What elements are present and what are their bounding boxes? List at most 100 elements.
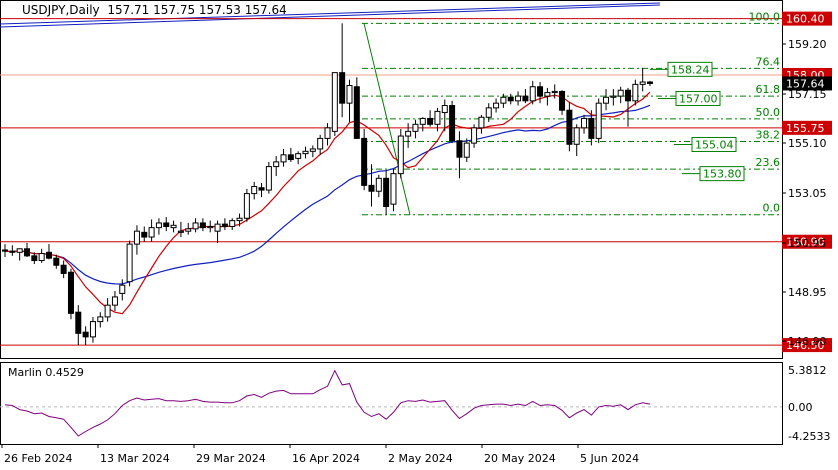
- candle-body: [522, 95, 529, 102]
- candle: [309, 145, 316, 158]
- candle-body: [595, 102, 602, 139]
- candle-body: [251, 186, 258, 195]
- candle: [632, 79, 639, 106]
- candle-body: [339, 72, 346, 104]
- candle-body: [317, 137, 324, 150]
- candle: [199, 218, 206, 232]
- candle-body: [170, 224, 177, 229]
- candle: [471, 124, 478, 148]
- price-box-label: 158.24: [671, 63, 710, 76]
- candle: [610, 89, 617, 106]
- y-axis-label: 159.20: [788, 38, 827, 51]
- candle-body: [89, 321, 96, 338]
- indicator-pane-border: [0, 362, 783, 445]
- channel-line: [0, 2, 661, 25]
- candle-body: [16, 248, 23, 253]
- candle-body: [361, 137, 368, 186]
- candle: [427, 110, 434, 127]
- candle-body: [273, 161, 280, 168]
- indicator-axis-label: 0.00: [788, 401, 813, 414]
- candle: [361, 129, 368, 191]
- candle-body: [405, 130, 412, 137]
- candle-body: [214, 223, 221, 232]
- candle-body: [97, 316, 104, 323]
- candle-body: [412, 123, 419, 132]
- marlin-line: [4, 369, 651, 437]
- candle-body: [302, 150, 309, 155]
- candle: [287, 147, 294, 162]
- price-chart[interactable]: 160.40158.00155.75150.90146.50100.076.46…: [0, 0, 838, 470]
- candle: [639, 67, 646, 92]
- candle: [45, 244, 52, 260]
- candle-body: [31, 255, 38, 262]
- candle-body: [610, 95, 617, 98]
- x-axis-label: 13 Mar 2024: [100, 452, 170, 465]
- fib-level-label: 61.8: [756, 83, 781, 96]
- candle: [353, 77, 360, 139]
- y-axis-label: 150.95: [788, 237, 827, 250]
- candle-body: [544, 92, 551, 97]
- candle: [405, 123, 412, 148]
- candle-body: [295, 153, 302, 159]
- candle-body: [207, 225, 214, 229]
- candle-body: [104, 304, 111, 318]
- candle: [23, 242, 30, 258]
- candle: [375, 174, 382, 198]
- candle-body: [559, 90, 566, 111]
- candle-body: [45, 251, 52, 259]
- y-axis-label: 157.15: [788, 88, 827, 101]
- candle-body: [53, 257, 60, 266]
- candle: [339, 23, 346, 118]
- fib-level-label: 76.4: [756, 55, 781, 68]
- candle-body: [9, 250, 16, 253]
- candle-body: [236, 217, 243, 222]
- y-axis-label: 153.05: [788, 187, 827, 200]
- candle: [207, 220, 214, 233]
- price-box-label: 157.00: [679, 92, 718, 105]
- candle: [148, 219, 155, 242]
- x-axis-label: 16 Apr 2024: [292, 452, 360, 465]
- candle: [126, 240, 133, 287]
- price-box-label: 155.04: [695, 139, 734, 152]
- candle: [390, 168, 397, 212]
- price-box-label: 153.80: [703, 168, 742, 181]
- candle-body: [199, 222, 206, 229]
- candle-body: [243, 193, 250, 219]
- candle-body: [449, 105, 456, 142]
- candle-body: [397, 135, 404, 175]
- candle: [302, 146, 309, 159]
- fib-level-label: 0.0: [763, 202, 781, 215]
- candle: [317, 134, 324, 155]
- candle-body: [617, 89, 624, 97]
- candle: [155, 218, 162, 235]
- candle: [603, 89, 610, 111]
- candle: [581, 114, 588, 134]
- candle: [515, 91, 522, 106]
- candle: [507, 93, 514, 105]
- candle-body: [434, 110, 441, 125]
- candle: [368, 164, 375, 207]
- fib-level-label: 38.2: [756, 128, 781, 141]
- candle-body: [478, 116, 485, 129]
- candle: [119, 279, 126, 301]
- candle-body: [471, 127, 478, 144]
- candle: [2, 244, 8, 258]
- candle-body: [383, 177, 390, 208]
- candle-body: [581, 117, 588, 129]
- candle-body: [566, 109, 573, 145]
- candle-body: [603, 96, 610, 104]
- fib-level-label: 100.0: [749, 10, 781, 23]
- candle-body: [375, 177, 382, 192]
- candle-body: [427, 117, 434, 125]
- candle-body: [639, 81, 646, 85]
- candle: [265, 161, 272, 194]
- fib-level-label: 50.0: [756, 106, 781, 119]
- indicator-axis-label: 5.3812: [788, 364, 827, 377]
- x-axis-label: 2 May 2024: [388, 452, 453, 465]
- candle: [89, 316, 96, 343]
- candle: [493, 98, 500, 113]
- candle: [522, 89, 529, 104]
- candle-body: [192, 222, 199, 230]
- x-axis-label: 29 Mar 2024: [196, 452, 266, 465]
- candle: [251, 181, 258, 200]
